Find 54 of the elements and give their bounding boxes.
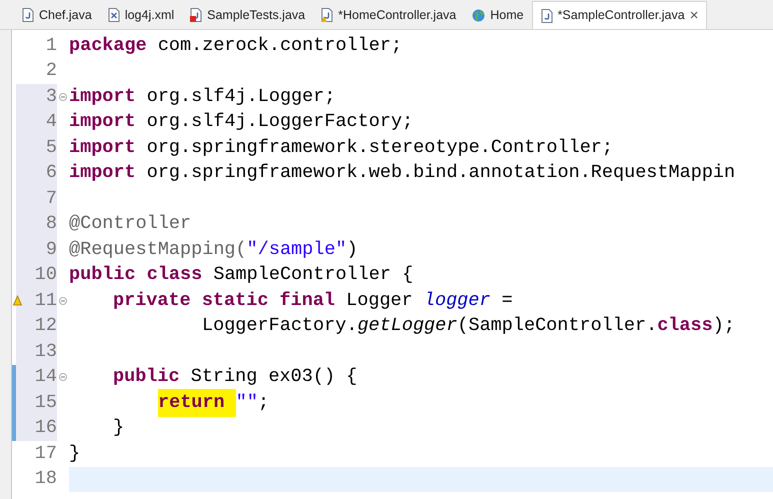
- line-number: 17: [34, 442, 57, 466]
- line-number: 3: [16, 84, 57, 110]
- line-number: 8: [16, 212, 57, 237]
- code-line: LoggerFactory.getLogger(SampleController.class);: [201, 314, 736, 338]
- code-line: import org.springframework.stereotype.Controller;: [69, 136, 614, 160]
- collapse-icon[interactable]: [59, 296, 67, 305]
- editor-tab[interactable]: *SampleController.java ×: [532, 1, 708, 29]
- java-file-icon: [22, 8, 34, 22]
- line-number: 5: [16, 135, 57, 160]
- line-number: 9: [16, 237, 57, 262]
- line-number: 13: [16, 339, 57, 364]
- java-file-icon: [321, 8, 334, 22]
- editor-tab[interactable]: log4j.xml: [100, 1, 182, 29]
- editor-tab[interactable]: *HomeController.java: [313, 1, 464, 29]
- code-line: import org.slf4j.Logger;: [69, 84, 336, 109]
- code-line: @Controller: [69, 212, 192, 236]
- globe-icon: [472, 8, 486, 22]
- code-line: return "";: [69, 390, 773, 416]
- java-file-icon: [540, 8, 553, 22]
- java-file-icon: [190, 8, 202, 22]
- line-number: 18: [34, 467, 57, 492]
- editor-tab[interactable]: SampleTests.java: [182, 1, 314, 29]
- collapse-icon[interactable]: [59, 92, 67, 101]
- tab-label: *SampleController.java: [558, 7, 685, 24]
- line-number: 10: [16, 262, 57, 288]
- line-number: 7: [16, 186, 57, 212]
- xml-file-icon: [108, 8, 120, 22]
- code-line: @RequestMapping("/sample"): [69, 238, 359, 262]
- code-line: import org.slf4j.LoggerFactory;: [69, 110, 414, 134]
- line-number: 4: [16, 110, 57, 135]
- tab-label: log4j.xml: [124, 6, 174, 24]
- line-number: 6: [16, 160, 57, 186]
- collapse-icon[interactable]: [59, 373, 67, 382]
- line-number: 16: [16, 416, 57, 441]
- line-number: 11: [16, 288, 57, 314]
- editor-tab[interactable]: Home: [464, 1, 532, 29]
- code-line: }: [112, 416, 126, 440]
- tab-label: SampleTests.java: [207, 6, 306, 24]
- tab-label: *HomeController.java: [338, 6, 456, 24]
- line-number: 1: [44, 34, 57, 58]
- code-line: private static final Logger logger =: [112, 288, 514, 313]
- tab-label: Chef.java: [39, 6, 92, 24]
- line-number: 2: [44, 59, 57, 84]
- line-number: 12: [16, 314, 57, 339]
- code-line: }: [69, 442, 82, 466]
- code-line: public String ex03() {: [112, 365, 358, 390]
- code-line: package com.zerock.controller;: [69, 34, 404, 58]
- line-number: 14: [16, 364, 57, 390]
- tab-label: Home: [490, 6, 524, 24]
- editor-tab[interactable]: Chef.java: [14, 1, 100, 29]
- close-tab-button[interactable]: ×: [690, 8, 698, 23]
- line-number: 15: [16, 390, 57, 416]
- code-line: public class SampleController {: [69, 263, 414, 288]
- code-line: import org.springframework.web.bind.annotation.RequestMappin: [69, 161, 736, 186]
